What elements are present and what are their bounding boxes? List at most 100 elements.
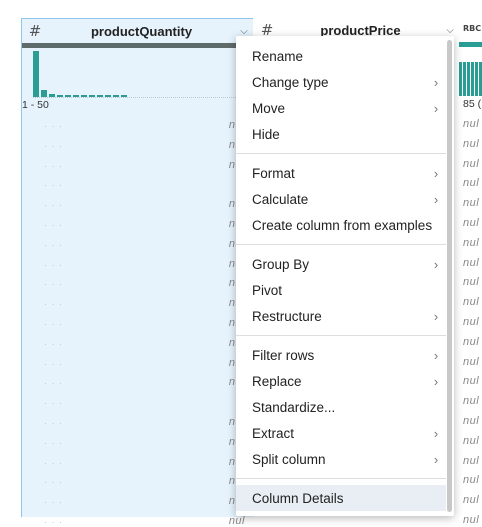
cell-placeholder: · · ·: [44, 200, 63, 211]
histogram[interactable]: [459, 47, 482, 96]
cell-null[interactable]: nul: [463, 435, 479, 447]
histogram[interactable]: [33, 48, 248, 98]
menu-item-label: Group By: [252, 256, 310, 272]
menu-item-filter-rows[interactable]: Filter rows ›: [236, 342, 446, 368]
hash-icon: #: [28, 22, 42, 40]
chevron-right-icon: ›: [433, 165, 439, 181]
cell-placeholder: · · ·: [44, 398, 63, 409]
menu-item-rename[interactable]: Rename: [236, 43, 446, 69]
menu-item-label: Change type: [252, 74, 329, 90]
menu-item-label: Move: [252, 100, 286, 116]
menu-item-format[interactable]: Format ›: [236, 160, 446, 186]
column-title: productQuantity: [90, 23, 193, 39]
cell-null[interactable]: nul: [463, 257, 479, 269]
histogram-bar[interactable]: [471, 62, 474, 96]
menu-item-label: Rename: [252, 48, 304, 64]
cell-null[interactable]: nul: [463, 217, 479, 229]
histogram-bar[interactable]: [97, 95, 103, 97]
chevron-down-icon[interactable]: ⌵: [235, 26, 253, 37]
cell-null[interactable]: nul: [463, 177, 479, 189]
column-third[interactable]: RBC 85 ( nul nul nul nul nul nul nul nul nul nul n…: [459, 18, 482, 526]
cell-placeholder: · · ·: [44, 457, 63, 468]
menu-item-calculate[interactable]: Calculate ›: [236, 186, 446, 212]
menu-item-split-column[interactable]: Split column ›: [236, 446, 446, 472]
histogram-bar[interactable]: [33, 51, 39, 97]
cell-null[interactable]: nul: [463, 276, 479, 288]
cell-null[interactable]: nul: [463, 296, 479, 308]
cell-null[interactable]: nul: [463, 356, 479, 368]
menu-item-label: Hide: [252, 126, 280, 142]
cell-null[interactable]: nul: [463, 415, 479, 427]
cell-placeholder: · · ·: [44, 299, 63, 310]
cell-placeholder: · · ·: [44, 140, 63, 151]
menu-item-label: Restructure: [252, 308, 322, 324]
cell-null[interactable]: nul: [229, 515, 245, 527]
menu-separator: [236, 335, 446, 336]
chevron-right-icon: ›: [433, 308, 439, 324]
histogram-bar[interactable]: [65, 95, 71, 97]
chevron-right-icon: ›: [433, 100, 439, 116]
histogram-bar[interactable]: [463, 62, 466, 96]
column-product-quantity[interactable]: # productQuantity ⌵ 1 - 50 nul· · ·nul· …: [21, 18, 253, 527]
menu-item-change-type[interactable]: Change type ›: [236, 69, 446, 95]
histogram-bar[interactable]: [81, 95, 87, 97]
chevron-right-icon: ›: [433, 191, 439, 207]
chevron-right-icon: ›: [433, 425, 439, 441]
column-context-menu: Rename Change type › Move › Hide Format › Calcul…: [236, 36, 454, 516]
histogram-range-label: 1 - 50: [22, 99, 49, 111]
cell-null[interactable]: nul: [463, 375, 479, 387]
histogram-bar[interactable]: [41, 90, 47, 97]
cell-null[interactable]: nul: [463, 395, 479, 407]
chevron-right-icon: ›: [433, 256, 439, 272]
menu-item-move[interactable]: Move ›: [236, 95, 446, 121]
menu-item-column-details[interactable]: Column Details: [236, 485, 446, 511]
cell-null[interactable]: nul: [463, 197, 479, 209]
cell-null[interactable]: nul: [463, 316, 479, 328]
histogram-bar[interactable]: [467, 62, 470, 96]
menu-item-label: Create column from examples: [252, 217, 433, 233]
chevron-right-icon: ›: [433, 451, 439, 467]
cell-null[interactable]: nul: [463, 118, 479, 130]
cell-null[interactable]: nul: [463, 474, 479, 486]
histogram-bar[interactable]: [89, 95, 95, 97]
histogram-range-label: 85 (: [463, 98, 482, 110]
menu-item-create-column-from-examples[interactable]: Create column from examples: [236, 212, 446, 238]
menu-separator: [236, 478, 446, 479]
cell-null[interactable]: nul: [463, 158, 479, 170]
cell-null[interactable]: nul: [463, 455, 479, 467]
menu-item-restructure[interactable]: Restructure ›: [236, 303, 446, 329]
menu-item-pivot[interactable]: Pivot: [236, 277, 446, 303]
menu-item-replace[interactable]: Replace ›: [236, 368, 446, 394]
menu-item-standardize[interactable]: Standardize...: [236, 394, 446, 420]
cell-placeholder: · · ·: [44, 319, 63, 329]
menu-item-label: Standardize...: [252, 399, 336, 415]
cell-null[interactable]: nul: [463, 237, 479, 249]
histogram-bar[interactable]: [73, 95, 79, 97]
histogram-bar[interactable]: [113, 95, 119, 97]
histogram-bar[interactable]: [105, 95, 111, 97]
menu-item-hide[interactable]: Hide: [236, 121, 446, 147]
menu-item-label: Split column: [252, 451, 326, 467]
cell-null[interactable]: nul: [463, 138, 479, 150]
cell-null[interactable]: nul: [463, 336, 479, 348]
type-label: RBC: [463, 24, 482, 33]
histogram-bar[interactable]: [121, 95, 127, 97]
cell-placeholder: · · ·: [44, 358, 63, 369]
histogram-bar[interactable]: [475, 62, 478, 96]
menu-item-label: Replace: [252, 373, 302, 389]
menu-item-extract[interactable]: Extract ›: [236, 420, 446, 446]
menu-scrollbar[interactable]: [447, 40, 452, 512]
menu-item-group-by[interactable]: Group By ›: [236, 251, 446, 277]
cell-placeholder: · · ·: [44, 437, 63, 448]
cell-placeholder: · · ·: [44, 180, 63, 191]
menu-item-label: Filter rows: [252, 347, 315, 363]
cell-placeholder: · · ·: [44, 517, 63, 527]
chevron-down-icon[interactable]: ⌵: [441, 25, 459, 36]
cell-placeholder: · · ·: [44, 220, 63, 230]
histogram-bar[interactable]: [57, 95, 63, 97]
cell-null[interactable]: nul: [463, 494, 479, 506]
column-header-product-quantity[interactable]: # productQuantity ⌵: [22, 19, 253, 43]
menu-item-label: Format: [252, 165, 295, 181]
histogram-bar[interactable]: [459, 62, 462, 96]
histogram-bar[interactable]: [49, 94, 55, 97]
